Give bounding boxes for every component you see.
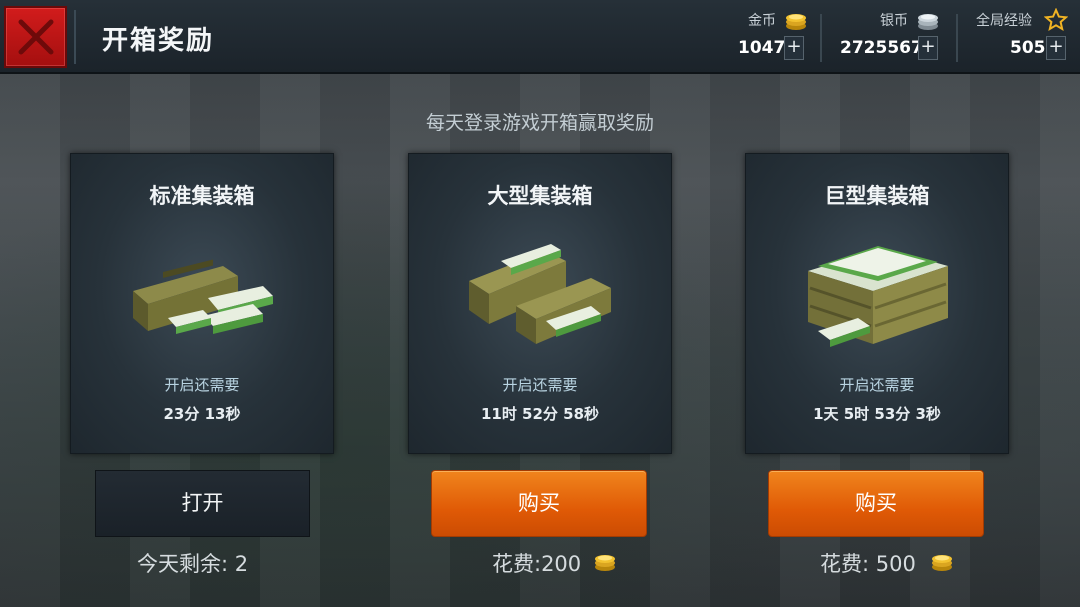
unlock-label: 开启还需要 xyxy=(164,376,240,394)
gold-coin-icon xyxy=(786,14,806,30)
huge-crate-icon xyxy=(808,246,948,347)
buy-large-crate-button[interactable]: 购买 xyxy=(431,470,647,537)
crate-title: 标准集装箱 xyxy=(149,184,255,208)
gold-label: 金币 xyxy=(748,13,776,29)
currency-divider xyxy=(956,14,958,62)
experience-value: 505 xyxy=(1010,38,1046,58)
standard-crate-card: 标准集装箱 开启还需要 23分 13秒 xyxy=(70,153,334,454)
buy-huge-crate-button[interactable]: 购买 xyxy=(768,470,984,537)
cost-text: 花费:200 xyxy=(492,552,582,576)
crate-title: 大型集装箱 xyxy=(487,184,593,208)
title-divider xyxy=(74,10,76,64)
gold-coin-icon xyxy=(595,555,615,571)
countdown-timer: 23分 13秒 xyxy=(163,405,241,423)
gold-coin-icon xyxy=(932,555,952,571)
unlock-label: 开启还需要 xyxy=(839,376,915,394)
silver-coin-icon xyxy=(918,14,938,30)
countdown-timer: 11时 52分 58秒 xyxy=(480,405,600,423)
silver-value: 2725567 xyxy=(840,38,923,58)
cost-text: 花费: 500 xyxy=(820,552,916,576)
silver-label: 银币 xyxy=(880,13,908,29)
large-crate-cost: 花费:200 xyxy=(492,548,581,578)
remaining-today-text: 今天剩余: 2 xyxy=(137,552,249,576)
open-button[interactable]: 打开 xyxy=(95,470,310,537)
add-experience-button[interactable]: + xyxy=(1046,36,1066,60)
close-icon xyxy=(18,19,54,55)
experience-label: 全局经验 xyxy=(976,13,1032,29)
reward-subtitle: 每天登录游戏开箱赢取奖励 xyxy=(425,112,654,134)
experience-currency: 全局经验 505 + xyxy=(966,0,1076,74)
large-crate-icon xyxy=(469,244,611,344)
standard-crate-icon xyxy=(133,259,273,334)
countdown-timer: 1天 5时 53分 3秒 xyxy=(813,405,941,423)
currency-divider xyxy=(820,14,822,62)
page-title: 开箱奖励 xyxy=(102,26,215,56)
top-bar: 开箱奖励 金币 1047 + 银币 2725567 + 全局经验 505 + xyxy=(0,0,1080,74)
unlock-label: 开启还需要 xyxy=(502,376,578,394)
gold-value: 1047 xyxy=(738,38,786,58)
gold-currency: 金币 1047 + xyxy=(730,0,820,74)
huge-crate-cost: 花费: 500 xyxy=(820,548,916,578)
huge-crate-card: 巨型集装箱 开启还需要 1天 5时 53分 3秒 xyxy=(745,153,1009,454)
crate-title: 巨型集装箱 xyxy=(824,184,930,208)
add-gold-button[interactable]: + xyxy=(784,36,804,60)
large-crate-card: 大型集装箱 开启还需要 11时 52分 58秒 xyxy=(408,153,672,454)
star-icon xyxy=(1044,8,1068,32)
close-button[interactable] xyxy=(4,6,67,68)
silver-currency: 银币 2725567 + xyxy=(830,0,950,74)
add-silver-button[interactable]: + xyxy=(918,36,938,60)
